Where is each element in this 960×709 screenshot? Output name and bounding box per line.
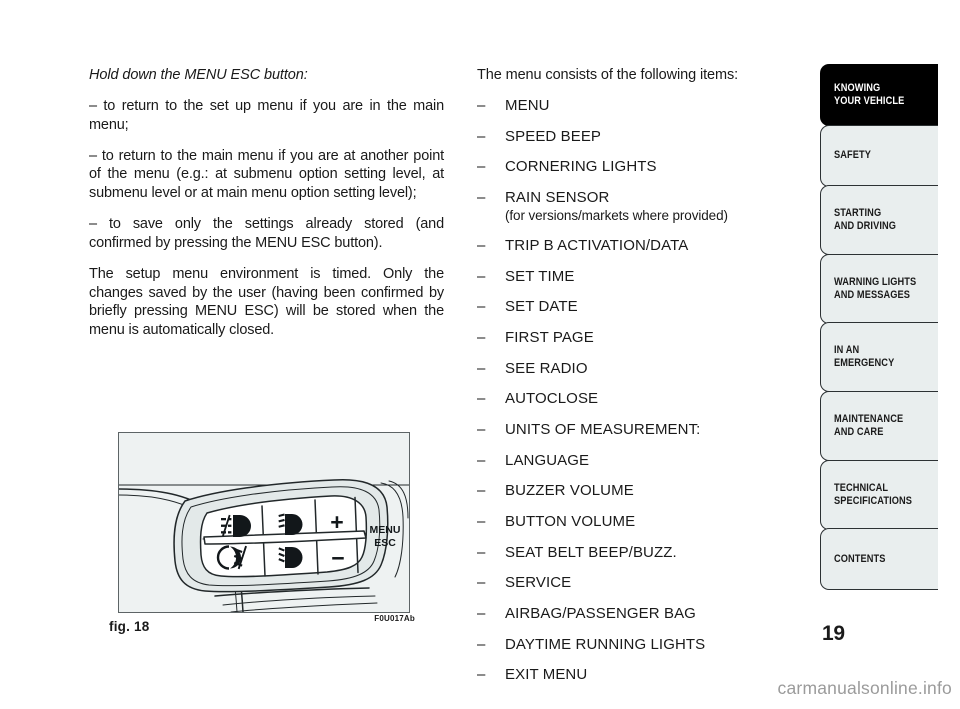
menu-list-intro: The menu consists of the following items… <box>477 67 739 83</box>
paragraph-3: – to save only the settings already stor… <box>89 216 444 251</box>
menu-list-item: – SEE RADIO <box>477 359 807 378</box>
sidebar-tab-contents[interactable]: CONTENTS <box>820 528 938 591</box>
sidebar-tab-label: STARTING AND DRIVING <box>834 207 897 233</box>
menu-list-item-label: LANGUAGE <box>505 451 590 469</box>
dashboard-switch-panel-illustration: .ln { fill:none; stroke:#22282a; stroke-… <box>119 433 409 612</box>
sidebar-tab-label: CONTENTS <box>834 552 886 565</box>
list-dash: – <box>477 513 486 531</box>
minus-button-glyph: − <box>331 545 344 571</box>
list-dash: – <box>477 127 486 145</box>
figure-caption-row: fig. 18 F0U017Ab <box>109 614 415 638</box>
menu-list-item-label: AIRBAG/PASSENGER BAG <box>505 605 696 623</box>
list-dash: – <box>477 96 486 114</box>
plus-button-glyph: + <box>330 509 343 535</box>
menu-list-item-label: SEE RADIO <box>505 359 588 377</box>
sidebar-tab-label: MAINTENANCE AND CARE <box>834 413 904 439</box>
paragraph-4: The setup menu environment is timed. Onl… <box>89 265 444 339</box>
menu-list-item: – MENU <box>477 96 807 115</box>
menu-list-item-label: TRIP B ACTIVATION/DATA <box>505 236 689 254</box>
menu-list-item-label: BUTTON VOLUME <box>505 513 636 531</box>
menu-button-label-line1: MENU <box>370 524 401 536</box>
menu-list-item-note: (for versions/markets where provided) <box>505 208 728 224</box>
sidebar-tab-safety[interactable]: SAFETY <box>820 124 938 187</box>
sidebar-tab-maintenance-and[interactable]: MAINTENANCE AND CARE <box>820 391 938 462</box>
lead-heading: Hold down the MENU ESC button: <box>89 67 308 83</box>
sidebar-tab-warning-lights[interactable]: WARNING LIGHTS AND MESSAGES <box>820 253 938 324</box>
list-dash: – <box>477 574 486 592</box>
list-dash: – <box>477 451 486 469</box>
list-dash: – <box>477 236 486 254</box>
menu-list-item-label: DAYTIME RUNNING LIGHTS <box>505 635 706 653</box>
menu-items-list: – MENU – SPEED BEEP – CORNERING LIGHTS – RAIN S… <box>477 96 807 685</box>
menu-list-item-label: BUZZER VOLUME <box>505 482 634 500</box>
menu-list-item-label: SET DATE <box>505 298 578 316</box>
menu-list-item: – SPEED BEEP <box>477 127 807 146</box>
right-text-column: The menu consists of the following items… <box>477 66 807 696</box>
menu-list-item-label: FIRST PAGE <box>505 328 594 346</box>
menu-list-item: – BUTTON VOLUME <box>477 512 807 531</box>
menu-list-item: – SERVICE <box>477 573 807 592</box>
list-dash: – <box>477 158 486 176</box>
list-dash: – <box>477 543 486 561</box>
sidebar-tab-label: IN AN EMERGENCY <box>834 344 895 370</box>
page-number: 19 <box>822 622 845 645</box>
menu-list-item-label: SPEED BEEP <box>505 127 602 145</box>
menu-list-item-label: CORNERING LIGHTS <box>505 158 657 176</box>
list-dash: – <box>477 482 486 500</box>
sidebar-tab-knowing-your[interactable]: KNOWING YOUR VEHICLE <box>820 64 938 126</box>
menu-list-item-label: SET TIME <box>505 267 575 285</box>
figure-code: F0U017Ab <box>374 614 415 623</box>
menu-list-item: – DAYTIME RUNNING LIGHTS <box>477 635 807 654</box>
list-dash: – <box>477 420 486 438</box>
menu-button-label-line2: ESC <box>374 537 396 549</box>
menu-list-item: – AIRBAG/PASSENGER BAG <box>477 604 807 623</box>
menu-list-item-label: SEAT BELT BEEP/BUZZ. <box>505 543 677 561</box>
menu-list-item-label: MENU <box>505 96 550 114</box>
sidebar-tab-starting-and[interactable]: STARTING AND DRIVING <box>820 185 938 256</box>
menu-list-item: – TRIP B ACTIVATION/DATA <box>477 236 807 255</box>
list-dash: – <box>477 298 486 316</box>
sidebar-tab-label: TECHNICAL SPECIFICATIONS <box>834 481 913 507</box>
menu-list-item-label: RAIN SENSOR <box>505 188 610 206</box>
menu-list-item-label: AUTOCLOSE <box>505 390 599 408</box>
sidebar-tab-technical-specifications[interactable]: TECHNICAL SPECIFICATIONS <box>820 459 938 530</box>
menu-list-item: – SET DATE <box>477 297 807 316</box>
sidebar-tab-label: SAFETY <box>834 149 871 162</box>
menu-list-item-label: SERVICE <box>505 574 572 592</box>
menu-list-item: – BUZZER VOLUME <box>477 481 807 500</box>
figure-image-frame: .ln { fill:none; stroke:#22282a; stroke-… <box>118 432 410 613</box>
menu-list-item: – FIRST PAGE <box>477 328 807 347</box>
list-dash: – <box>477 359 486 377</box>
sidebar-tab-in-an[interactable]: IN AN EMERGENCY <box>820 322 938 393</box>
menu-list-item: – SET TIME <box>477 267 807 286</box>
list-dash: – <box>477 328 486 346</box>
menu-list-item: – SEAT BELT BEEP/BUZZ. <box>477 543 807 562</box>
list-dash: – <box>477 635 486 653</box>
menu-list-item: – CORNERING LIGHTS <box>477 157 807 176</box>
figure-caption: fig. 18 <box>109 619 150 634</box>
menu-list-item: – RAIN SENSOR (for versions/markets where … <box>477 188 807 224</box>
paragraph-2: – to return to the main menu if you are … <box>89 147 444 202</box>
list-dash: – <box>477 188 486 206</box>
sidebar-tab-label: WARNING LIGHTS AND MESSAGES <box>834 275 917 301</box>
manual-page: Hold down the MENU ESC button: – to retu… <box>0 0 960 709</box>
figure-18: .ln { fill:none; stroke:#22282a; stroke-… <box>109 432 415 638</box>
list-dash: – <box>477 267 486 285</box>
menu-list-item: – LANGUAGE <box>477 451 807 470</box>
sidebar-tab-label: KNOWING YOUR VEHICLE <box>834 82 905 107</box>
left-text-column: Hold down the MENU ESC button: – to retu… <box>89 66 444 340</box>
list-dash: – <box>477 605 486 623</box>
paragraph-1: – to return to the set up menu if you ar… <box>89 97 444 133</box>
section-tabs-sidebar: KNOWING YOUR VEHICLE SAFETY STARTING AND D… <box>820 64 960 591</box>
list-dash: – <box>477 390 486 408</box>
menu-list-item: – AUTOCLOSE <box>477 389 807 408</box>
watermark: carmanualsonline.info <box>777 678 952 698</box>
menu-list-item: – UNITS OF MEASUREMENT: <box>477 420 807 439</box>
menu-list-item-label: UNITS OF MEASUREMENT: <box>505 420 701 438</box>
